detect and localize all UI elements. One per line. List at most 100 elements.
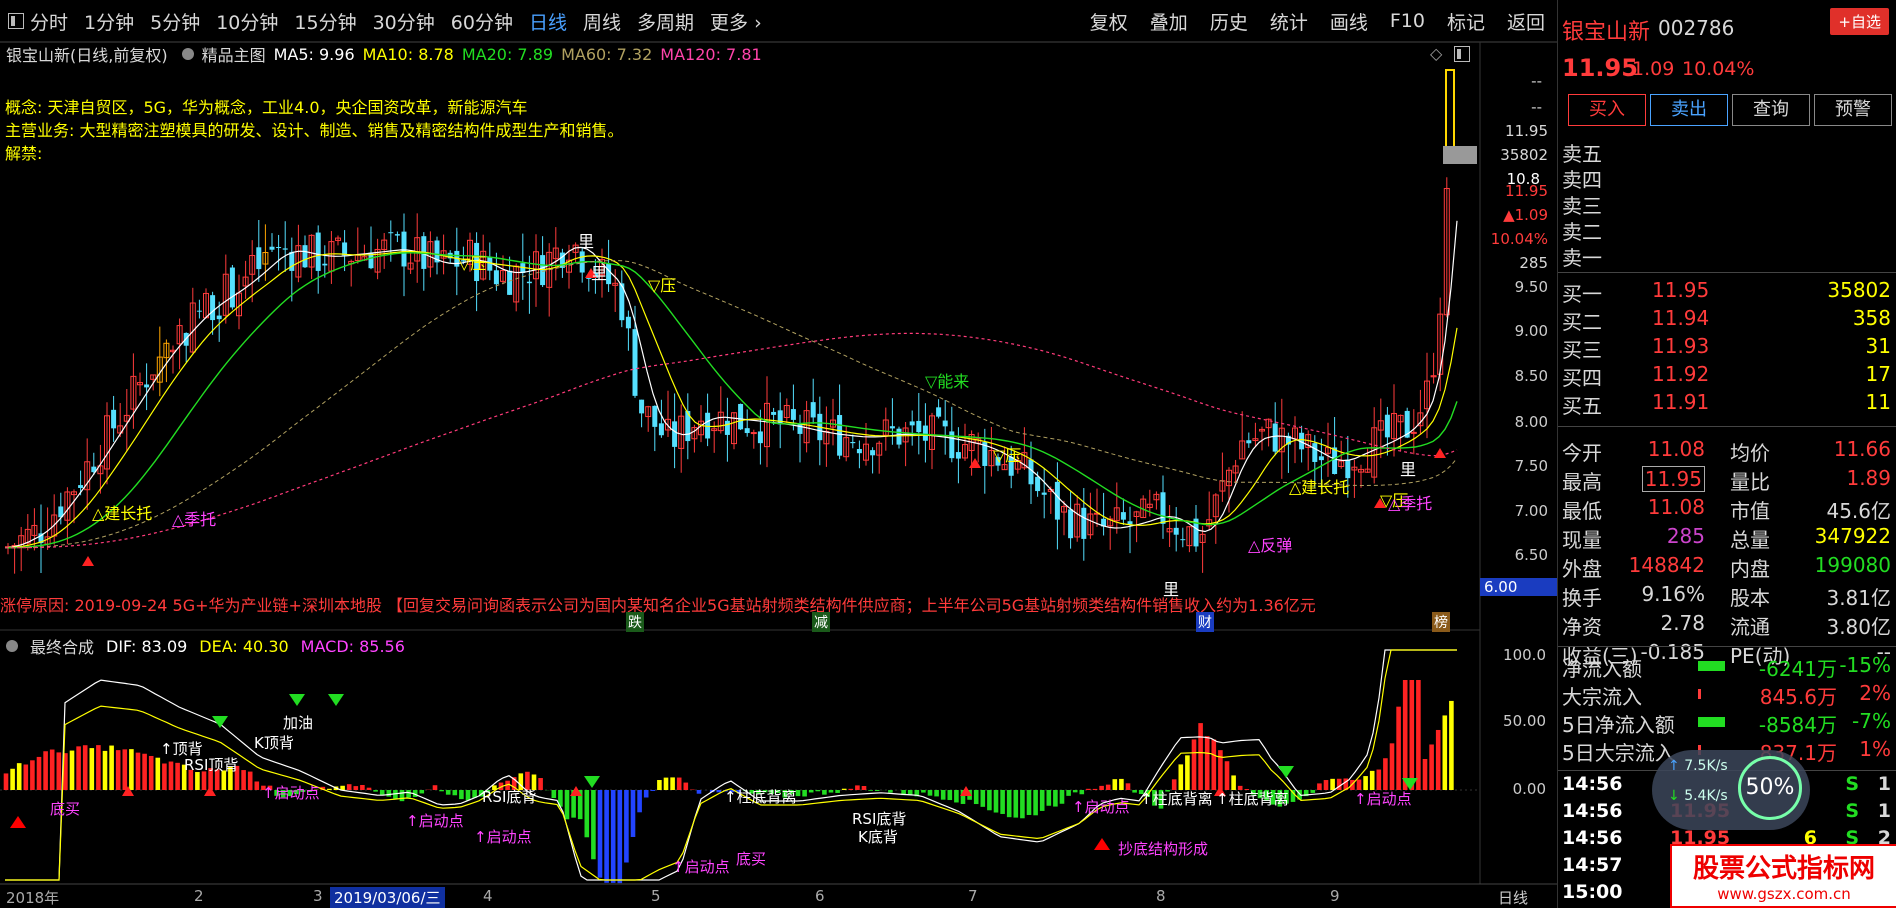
macd-bar	[868, 790, 873, 791]
macd-title[interactable]: 最终合成	[30, 634, 94, 658]
macd-bar	[874, 790, 880, 792]
macd-bar	[610, 790, 616, 883]
macd-bar	[353, 786, 359, 790]
event-label-reduce[interactable]: 减	[812, 612, 830, 632]
macd-bar	[386, 790, 392, 797]
macd-bar	[828, 790, 834, 793]
stat-label: 量比	[1730, 470, 1770, 494]
candle-body	[507, 270, 513, 295]
stat-label: 今开	[1562, 441, 1602, 465]
candle-body	[896, 428, 902, 445]
alert-button[interactable]: 预警	[1814, 94, 1892, 126]
candle-body	[493, 270, 499, 285]
macd-bar	[888, 790, 893, 793]
macd-bar	[1224, 761, 1230, 790]
network-speed-widget[interactable]: ↑ 7.5K/s ↓ 5.4K/s 50%	[1652, 750, 1810, 830]
stat-value: 347922	[1814, 524, 1891, 548]
dif-line	[5, 649, 1457, 881]
candle-body	[1035, 476, 1041, 492]
candle-body	[856, 449, 862, 454]
price-axis-label: 7.50	[1514, 457, 1548, 475]
macd-bar	[1356, 779, 1362, 790]
candle-body	[625, 316, 631, 329]
macd-axis-label: 100.0	[1503, 646, 1546, 664]
candle-body	[942, 420, 948, 427]
buy-level-volume: 358	[1852, 306, 1891, 330]
candle-body	[850, 442, 856, 444]
macd-bar	[175, 762, 180, 790]
event-label-list[interactable]: 榜	[1432, 612, 1450, 632]
kline-chart[interactable]	[0, 0, 1560, 908]
macd-bar	[1158, 790, 1164, 809]
macd-bar	[1330, 778, 1335, 790]
candle-body	[322, 263, 328, 266]
macd-bar	[670, 777, 675, 790]
buy-level[interactable]: 买四 11.92 17	[1558, 360, 1896, 390]
time-tick: 8	[1156, 887, 1166, 905]
candle-body	[777, 410, 783, 425]
macd-bar	[254, 781, 260, 790]
macd-bar	[36, 756, 42, 790]
event-label-drop[interactable]: 跌	[626, 612, 644, 632]
stat-value: 3.81亿	[1826, 586, 1891, 610]
candle-body	[289, 251, 295, 271]
macd-bar	[1152, 790, 1157, 806]
candle-body	[922, 425, 928, 441]
candle-body	[757, 431, 763, 444]
event-label-finance[interactable]: 财	[1196, 612, 1214, 632]
buy-level[interactable]: 买五 11.91 11	[1558, 388, 1896, 418]
stat-value: 11.08	[1647, 495, 1705, 519]
divider	[1558, 426, 1896, 427]
macd-bar	[56, 752, 62, 790]
stat-value: 11.95	[1641, 466, 1705, 492]
macd-bar	[69, 750, 75, 790]
macd-bar	[1277, 790, 1283, 807]
candle-body	[78, 485, 84, 488]
macd-bar	[1178, 764, 1184, 790]
macd-bar	[663, 777, 669, 790]
buy-level[interactable]: 买二 11.94 358	[1558, 304, 1896, 334]
buy-button[interactable]: 买入	[1568, 94, 1646, 126]
candle-body	[1312, 443, 1318, 462]
flow-pct: -15%	[1839, 653, 1891, 677]
macd-bar	[1000, 790, 1005, 814]
stat-value: 9.16%	[1641, 582, 1705, 606]
macd-bar	[208, 768, 213, 790]
sell-button[interactable]: 卖出	[1650, 94, 1728, 126]
macd-bar	[921, 790, 926, 793]
macd-bar	[241, 770, 246, 790]
add-watchlist-button[interactable]: +自选	[1830, 8, 1889, 35]
price-axis-label: 11.95	[1505, 122, 1548, 140]
macd-bar	[624, 790, 629, 863]
candle-body	[540, 255, 546, 286]
watermark-url: www.gszx.com.cn	[1717, 885, 1851, 903]
buy-level[interactable]: 买一 11.95 35802	[1558, 276, 1896, 306]
macd-bar	[756, 790, 761, 795]
flow-bar	[1698, 661, 1725, 671]
chevron-down-icon[interactable]	[6, 640, 18, 652]
upload-speed: ↑ 7.5K/s	[1668, 758, 1728, 774]
macd-bar	[465, 790, 471, 801]
macd-bar	[1284, 790, 1289, 804]
price-change: 1.09	[1632, 58, 1675, 80]
stat-value: 3.80亿	[1826, 615, 1891, 639]
candle-body	[526, 281, 532, 284]
tick-count: 1	[1877, 800, 1891, 822]
macd-bar	[841, 788, 847, 790]
stat-row: 外盘 148842 内盘 199080	[1558, 552, 1896, 582]
query-button[interactable]: 查询	[1732, 94, 1810, 126]
macd-bar	[782, 790, 788, 798]
buy-level[interactable]: 买三 11.93 31	[1558, 332, 1896, 362]
sell-level[interactable]: 卖一	[1558, 240, 1896, 270]
macd-bar	[696, 790, 702, 794]
macd-bar	[267, 785, 273, 790]
macd-bar	[538, 778, 543, 790]
candle-body	[1054, 481, 1060, 520]
candle-body	[738, 403, 744, 430]
macd-bar	[148, 755, 154, 790]
macd-bar	[115, 750, 121, 790]
macd-bar	[89, 748, 95, 790]
stat-row: 今开 11.08 均价 11.66	[1558, 436, 1896, 466]
candle-body	[995, 457, 1001, 466]
macd-bar	[274, 790, 279, 796]
